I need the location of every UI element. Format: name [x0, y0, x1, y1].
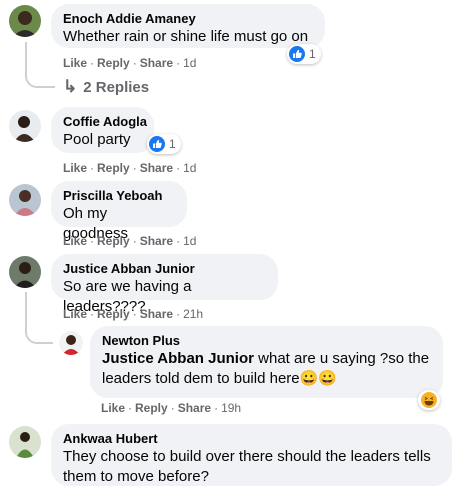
reply-button[interactable]: Reply: [97, 161, 130, 175]
comment-actions: Like · Reply · Share · 19h: [101, 401, 242, 415]
reaction-badge[interactable]: [418, 390, 440, 410]
comment-actions: Like · Reply · Share · 1d: [63, 234, 197, 248]
like-button[interactable]: Like: [101, 401, 125, 415]
comment-text-line2: them to move before?: [63, 468, 209, 485]
comment-actions: Like · Reply · Share · 1d: [63, 161, 197, 175]
avatar[interactable]: [59, 331, 83, 355]
comment-author[interactable]: Coffie Adogla: [63, 114, 147, 130]
reply-arrow-icon: ↳: [63, 77, 78, 96]
avatar[interactable]: [9, 110, 41, 142]
reaction-badge[interactable]: 1: [287, 44, 321, 64]
haha-icon: [421, 392, 437, 408]
share-button[interactable]: Share: [178, 401, 211, 415]
reply-button[interactable]: Reply: [97, 307, 130, 321]
comment-text: Justice Abban Junior what are u saying ?…: [102, 349, 431, 389]
comment-author[interactable]: Enoch Addie Amaney: [63, 11, 313, 27]
reply-text-line2: leaders told dem to build here: [102, 370, 300, 387]
share-button[interactable]: Share: [140, 307, 173, 321]
timestamp[interactable]: 1d: [183, 161, 196, 175]
mention-link[interactable]: Justice Abban Junior: [102, 350, 254, 367]
like-button[interactable]: Like: [63, 56, 87, 70]
like-icon: [149, 136, 165, 152]
reply-text-line1: what are u saying ?so the: [253, 350, 430, 367]
like-button[interactable]: Like: [63, 307, 87, 321]
avatar[interactable]: [9, 426, 41, 458]
grinning-emoji: 😀😀: [299, 370, 337, 387]
like-button[interactable]: Like: [63, 161, 87, 175]
thread-connector: [25, 318, 53, 344]
reaction-count: 1: [169, 137, 176, 151]
reaction-badge[interactable]: 1: [147, 134, 181, 154]
reply-button[interactable]: Reply: [97, 56, 130, 70]
avatar[interactable]: [9, 184, 41, 216]
share-button[interactable]: Share: [140, 234, 173, 248]
replies-count: 2 Replies: [83, 78, 150, 96]
comment-bubble: Priscilla Yeboah Oh my goodness: [51, 181, 187, 242]
like-button[interactable]: Like: [63, 234, 87, 248]
avatar[interactable]: [9, 256, 41, 288]
like-icon: [289, 46, 305, 62]
comment-bubble: Coffie Adogla Pool party: [51, 107, 154, 153]
comment-author[interactable]: Newton Plus: [102, 333, 431, 349]
comment-text: They choose to build over there should t…: [63, 447, 440, 487]
reply-button[interactable]: Reply: [97, 234, 130, 248]
timestamp[interactable]: 1d: [183, 56, 196, 70]
comment-text-line1: They choose to build over there should t…: [63, 448, 431, 465]
comment-author[interactable]: Ankwaa Hubert: [63, 431, 440, 447]
share-button[interactable]: Share: [140, 161, 173, 175]
timestamp[interactable]: 21h: [183, 307, 203, 321]
view-replies-link[interactable]: ↳ 2 Replies: [63, 77, 149, 97]
reaction-count: 1: [309, 47, 316, 61]
comment-actions: Like · Reply · Share · 21h: [63, 307, 204, 321]
avatar[interactable]: [9, 5, 41, 37]
timestamp[interactable]: 19h: [221, 401, 241, 415]
comment-author[interactable]: Priscilla Yeboah: [63, 188, 175, 204]
comment-bubble: Justice Abban Junior So are we having a …: [51, 254, 278, 315]
comment-text: Pool party: [63, 131, 131, 148]
comment-bubble: Ankwaa Hubert They choose to build over …: [51, 424, 452, 486]
thread-connector: [25, 64, 55, 88]
comment-text: Whether rain or shine life must go on: [63, 28, 309, 45]
reply-bubble: Newton Plus Justice Abban Junior what ar…: [90, 326, 443, 398]
timestamp[interactable]: 1d: [183, 234, 196, 248]
comment-bubble: Enoch Addie Amaney Whether rain or shine…: [51, 4, 325, 48]
share-button[interactable]: Share: [140, 56, 173, 70]
comment-actions: Like · Reply · Share · 1d: [63, 56, 197, 70]
comment-author[interactable]: Justice Abban Junior: [63, 261, 266, 277]
reply-button[interactable]: Reply: [135, 401, 168, 415]
